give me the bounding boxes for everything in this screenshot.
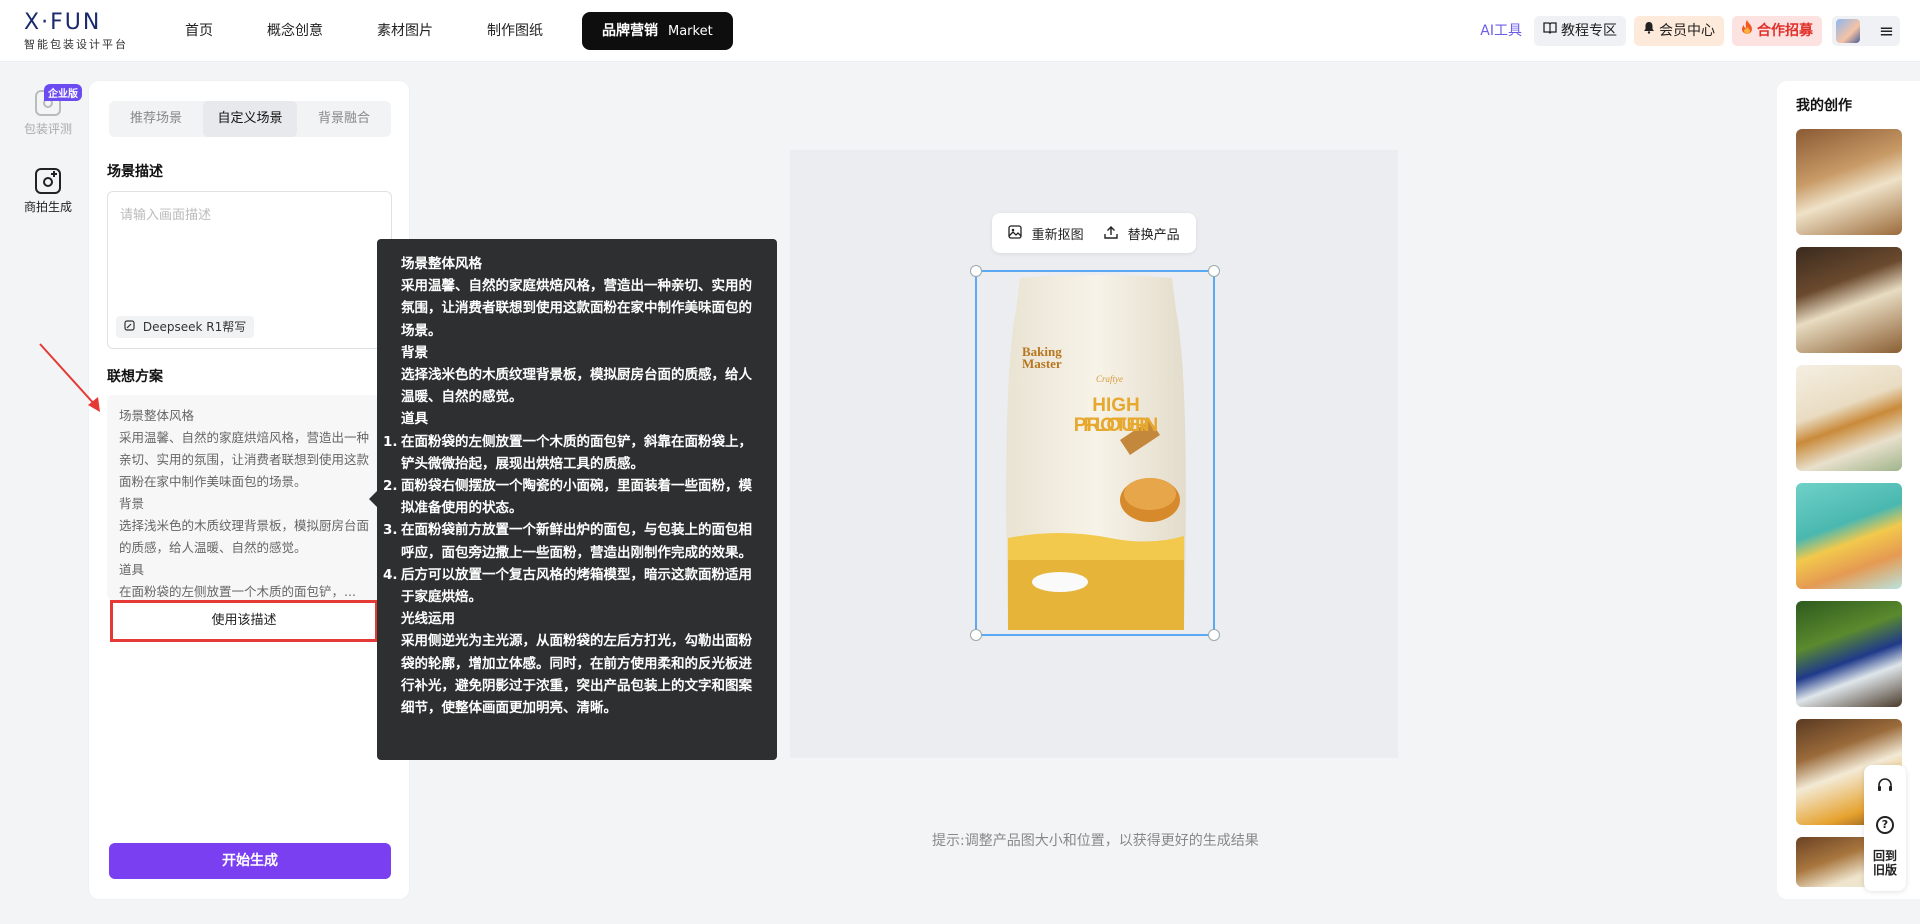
tab-background-blend[interactable]: 背景融合 [297,101,391,137]
assoc-line: 选择浅米色的木质纹理背景板，模拟厨房台面的质感，给人温暖、自然的感觉。 [119,518,370,555]
recruit-label: 合作招募 [1757,23,1813,39]
main-nav: 首页 概念创意 素材图片 制作图纸 品牌营销 Market [170,12,757,50]
logo-tagline: 智能包装设计平台 [24,38,128,51]
replace-product-button[interactable]: 替换产品 [1104,224,1180,243]
deepseek-write-button[interactable]: Deepseek R1帮写 [116,316,255,338]
scene-panel: 推荐场景 自定义场景 背景融合 场景描述 Deepseek R1帮写 联想方案 … [89,81,409,899]
creation-thumbnail[interactable] [1796,601,1902,707]
creation-thumbnail[interactable] [1796,365,1902,471]
resize-handle-se[interactable] [1208,629,1220,641]
tab-recommended-scene[interactable]: 推荐场景 [109,101,203,137]
image-icon [1008,224,1026,243]
tooltip-heading-bg: 背景 [401,344,428,361]
rail-product-shoot-label: 商拍生成 [23,200,72,214]
bell-icon [1643,16,1655,46]
tooltip-props-list: 1. 在面粉袋的左侧放置一个木质的面包铲，斜靠在面粉袋上，铲头微微抬起，展现出烘焙… [383,431,753,609]
creation-thumbnail[interactable] [1796,129,1902,235]
nav-drawings[interactable]: 制作图纸 [472,12,558,50]
top-header: X·FUN 智能包装设计平台 首页 概念创意 素材图片 制作图纸 品牌营销 Mar… [0,0,1920,62]
tooltip-heading-props: 道具 [401,411,428,428]
tooltip-prop-item: 2. 面粉袋右侧摆放一个陶瓷的小面碗，里面装着一些面粉，模拟准备使用的状态。 [383,478,752,517]
enterprise-badge: 企业版 [44,84,82,101]
nav-brand-marketing-sub: Market [668,24,713,39]
tooltip-light-text: 采用侧逆光为主光源，从面粉袋的左后方打光，勾勒出面粉袋的轮廓，增加立体感。同时，… [401,633,752,717]
logo[interactable]: X·FUN 智能包装设计平台 [24,12,128,52]
my-creations-title: 我的创作 [1796,98,1852,114]
assoc-line: 道具 [119,562,145,577]
association-plan-card[interactable]: 场景整体风格 采用温馨、自然的家庭烘焙风格，营造出一种亲切、实用的氛围，让消费者… [107,395,392,600]
nav-concept[interactable]: 概念创意 [252,12,338,50]
book-icon [1543,16,1557,46]
camera-plus-icon [35,168,61,194]
help-icon[interactable]: ? [1864,805,1906,845]
assoc-line: 在面粉袋的左侧放置一个木质的面包铲，... [119,584,356,599]
tutorial-button[interactable]: 教程专区 [1534,16,1626,46]
scene-description-title: 场景描述 [107,164,163,180]
tooltip-heading-style: 场景整体风格 [401,256,482,272]
rail-product-shoot[interactable]: 商拍生成 [0,168,96,215]
ai-tools-link[interactable]: AI工具 [1476,16,1526,46]
tooltip-prop-item: 4. 后方可以放置一个复古风格的烤箱模型，暗示这款面粉适用于家庭烘焙。 [383,566,752,606]
selection-frame[interactable] [970,265,1220,641]
resize-handle-nw[interactable] [970,265,982,277]
assoc-line: 场景整体风格 [119,408,195,423]
avatar[interactable] [1836,19,1860,43]
floating-help-bar: ? 回到 旧版 [1864,765,1906,891]
nav-brand-marketing[interactable]: 品牌营销 Market [582,12,733,50]
hamburger-menu-icon[interactable]: ≡ [1879,21,1894,42]
description-tooltip: 场景整体风格 采用温馨、自然的家庭烘焙风格，营造出一种亲切、实用的氛围，让消费者… [369,239,777,760]
tutorial-label: 教程专区 [1561,23,1617,39]
ai-write-icon [124,320,139,334]
tab-custom-scene[interactable]: 自定义场景 [203,101,297,137]
back-label-line1: 回到 [1872,849,1897,863]
upload-icon [1104,225,1122,243]
headset-icon[interactable] [1864,765,1906,805]
deepseek-write-label: Deepseek R1帮写 [142,320,247,334]
nav-brand-marketing-label: 品牌营销 [602,23,658,39]
rail-package-review-label: 包装评测 [23,122,72,136]
nav-assets[interactable]: 素材图片 [362,12,448,50]
replace-product-label: 替换产品 [1127,227,1180,243]
tooltip-prop-item: 1. 在面粉袋的左侧放置一个木质的面包铲，斜靠在面粉袋上，铲头微微抬起，展现出烘焙… [383,433,752,472]
canvas-hint: 提示:调整产品图大小和位置，以获得更好的生成结果 [932,833,1259,849]
resize-handle-sw[interactable] [970,629,982,641]
recruit-button[interactable]: 合作招募 [1732,16,1822,46]
red-arrow-annotation [39,343,100,412]
member-center-button[interactable]: 会员中心 [1634,16,1724,46]
scene-tabs: 推荐场景 自定义场景 背景融合 [109,101,391,137]
resize-handle-ne[interactable] [1208,265,1220,277]
left-rail: 包装评测 企业版 商拍生成 [0,62,90,924]
back-label-line2: 旧版 [1872,863,1897,877]
tooltip-heading-light: 光线运用 [401,611,455,628]
assoc-line: 背景 [119,496,145,511]
start-generate-button[interactable]: 开始生成 [109,843,391,879]
fire-icon [1741,16,1753,46]
scene-description-input[interactable] [108,192,391,302]
nav-home[interactable]: 首页 [170,12,228,50]
use-description-button[interactable]: 使用该描述 [110,600,378,642]
scene-description-box: Deepseek R1帮写 [107,191,392,349]
creation-thumbnail[interactable] [1796,483,1902,589]
recutout-label: 重新抠图 [1031,227,1084,243]
member-label: 会员中心 [1659,23,1715,39]
recutout-button[interactable]: 重新抠图 [1008,224,1084,243]
association-title: 联想方案 [107,369,163,385]
tooltip-style-text: 采用温馨、自然的家庭烘焙风格，营造出一种亲切、实用的氛围，让消费者联想到使用这款… [401,278,752,339]
assoc-line: 采用温馨、自然的家庭烘焙风格，营造出一种亲切、实用的氛围，让消费者联想到使用这款… [119,430,370,489]
user-menu[interactable]: ≡ [1832,16,1900,46]
creation-thumbnail[interactable] [1796,247,1902,353]
tooltip-prop-item: 3. 在面粉袋前方放置一个新鲜出炉的面包，与包装上的面包相呼应，面包旁边撒上一些面… [383,522,752,561]
canvas-toolbar: 重新抠图 替换产品 [992,213,1196,253]
header-actions: AI工具 教程专区 会员中心 合作招募 ≡ [1468,16,1900,46]
back-to-old-version-button[interactable]: 回到 旧版 [1864,845,1906,877]
logo-mark: X·FUN [24,10,102,35]
tooltip-bg-text: 选择浅米色的木质纹理背景板，模拟厨房台面的质感，给人温暖、自然的感觉。 [401,367,752,406]
